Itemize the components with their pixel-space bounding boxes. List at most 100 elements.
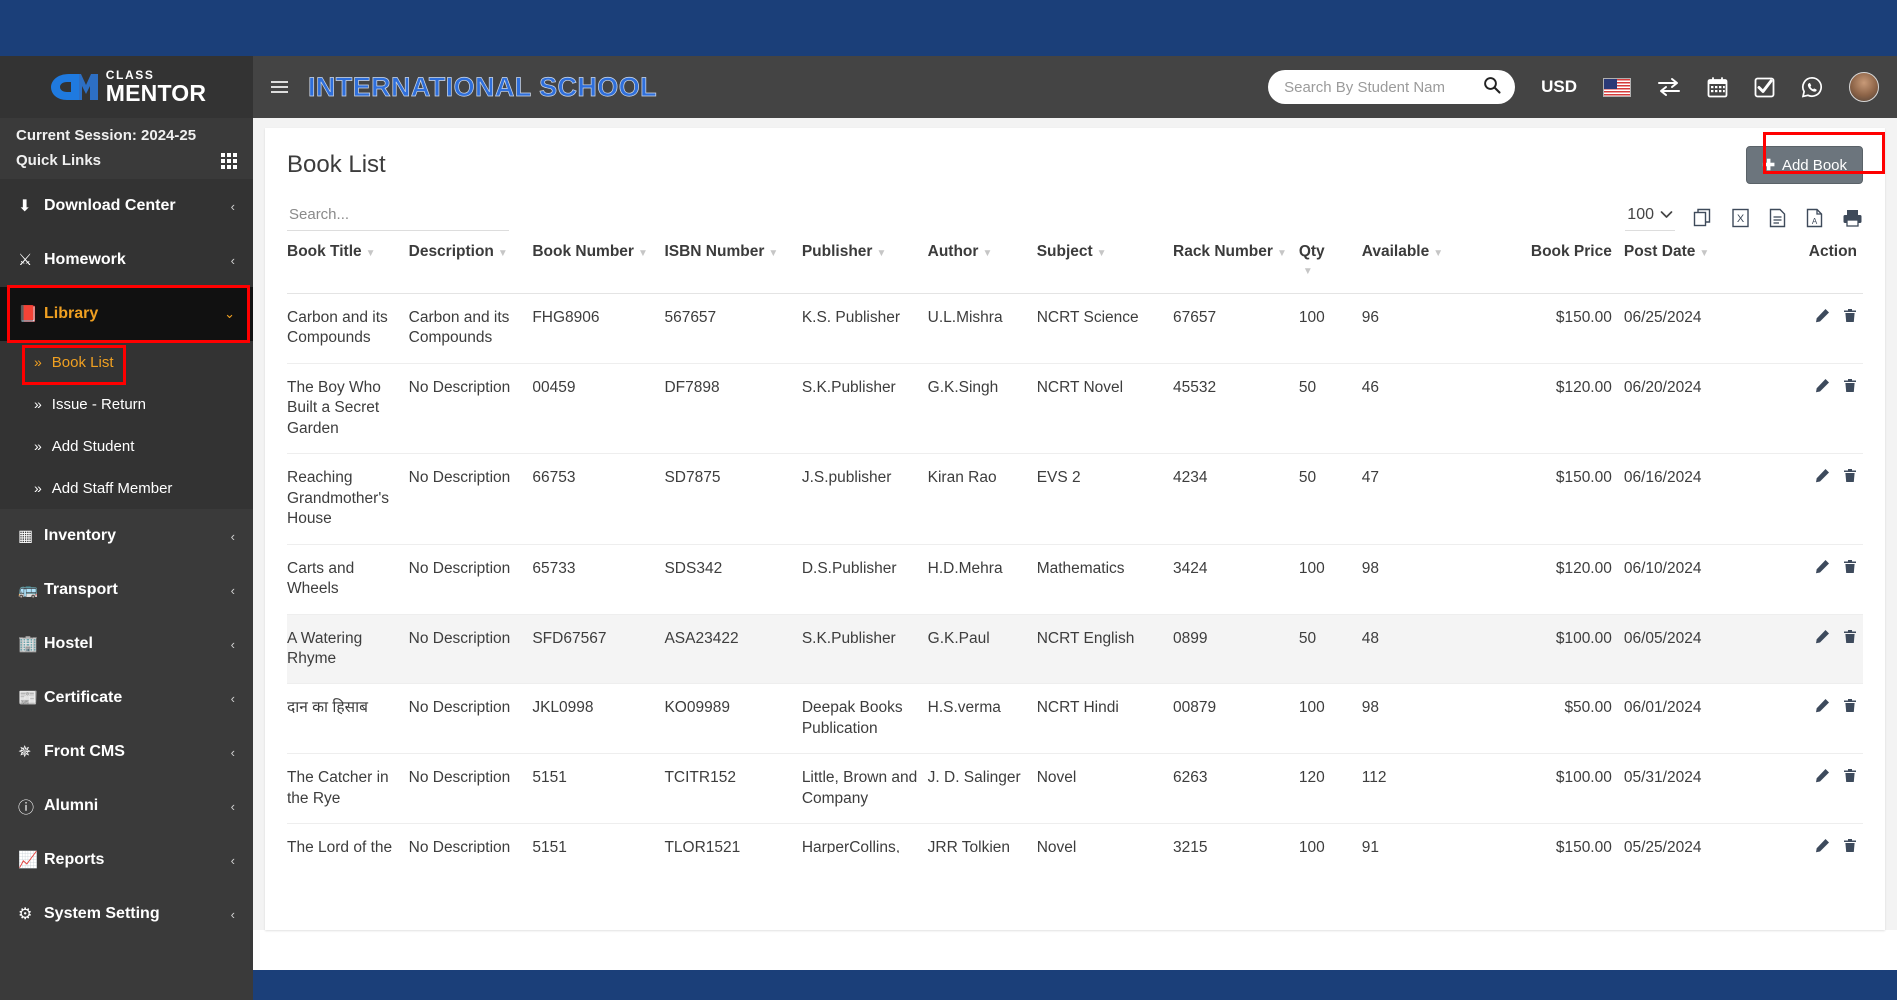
copy-icon[interactable] bbox=[1693, 208, 1713, 228]
quick-links[interactable]: Quick Links bbox=[0, 148, 253, 179]
table-row[interactable]: A Watering Rhyme No Description SFD67567 AS… bbox=[287, 614, 1863, 685]
pencil-icon[interactable] bbox=[1815, 378, 1830, 399]
column-header-qty[interactable]: Qty ▼ bbox=[1298, 243, 1362, 294]
add-book-button[interactable]: ✚ Add Book bbox=[1746, 146, 1863, 184]
cell-price: $50.00 bbox=[1508, 683, 1624, 755]
exchange-icon[interactable] bbox=[1657, 77, 1681, 97]
sidebar-subitem-book-list[interactable]: » Book List bbox=[0, 341, 253, 383]
table-row[interactable]: The Catcher in the Rye No Description 5151… bbox=[287, 753, 1863, 825]
sidebar-subitem-label: Book List bbox=[51, 353, 114, 371]
sidebar-item-library[interactable]: 📕 Library ⌄ bbox=[0, 287, 253, 341]
trash-icon[interactable] bbox=[1843, 768, 1857, 789]
cell-description: No Description bbox=[408, 753, 533, 825]
column-header-publisher[interactable]: Publisher ▼ bbox=[801, 243, 928, 294]
cell-isbn: 567657 bbox=[664, 293, 802, 364]
sidebar-item-system-setting[interactable]: ⚙ System Setting ‹ bbox=[0, 887, 253, 941]
column-header-available[interactable]: Available ▼ bbox=[1361, 243, 1509, 294]
sidebar-item-transport[interactable]: 🚌 Transport ‹ bbox=[0, 563, 253, 617]
sidebar-item-alumni[interactable]: ⓘ Alumni ‹ bbox=[0, 779, 253, 833]
column-header-description[interactable]: Description ▼ bbox=[408, 243, 533, 294]
column-header-subject[interactable]: Subject ▼ bbox=[1036, 243, 1173, 294]
column-header-rack-number[interactable]: Rack Number ▼ bbox=[1173, 243, 1299, 294]
pencil-icon[interactable] bbox=[1815, 308, 1830, 329]
pencil-icon[interactable] bbox=[1815, 559, 1830, 580]
trash-icon[interactable] bbox=[1843, 698, 1857, 719]
cell-price: $100.00 bbox=[1508, 614, 1624, 685]
sidebar-item-inventory[interactable]: ▦ Inventory ‹ bbox=[0, 509, 253, 563]
chevron-icon: ‹ bbox=[230, 582, 235, 598]
sort-caret-icon: ▼ bbox=[497, 248, 508, 259]
table-row[interactable]: Carbon and its Compounds Carbon and its C… bbox=[287, 293, 1863, 364]
cell-publisher: S.K.Publisher bbox=[801, 614, 928, 685]
pencil-icon[interactable] bbox=[1815, 698, 1830, 719]
table-row[interactable]: दान का हिसाब No Description JKL0998 KO09989… bbox=[287, 683, 1863, 755]
sidebar-subitem-issue-return[interactable]: » Issue - Return bbox=[0, 383, 253, 425]
search-icon[interactable] bbox=[1483, 76, 1501, 99]
brand-line2: MENTOR bbox=[105, 80, 207, 106]
csv-icon[interactable] bbox=[1768, 208, 1787, 228]
print-icon[interactable] bbox=[1842, 208, 1863, 228]
trash-icon[interactable] bbox=[1843, 559, 1857, 580]
table-row[interactable]: The Boy Who Built a Secret Garden No Desc… bbox=[287, 363, 1863, 455]
sort-caret-icon: ▼ bbox=[365, 248, 376, 259]
sidebar-item-certificate[interactable]: 📰 Certificate ‹ bbox=[0, 671, 253, 725]
excel-icon[interactable]: X bbox=[1731, 208, 1750, 228]
brand-logo[interactable]: CLASS MENTOR bbox=[0, 56, 253, 118]
table-search-input[interactable] bbox=[287, 202, 509, 231]
table-row[interactable]: Reaching Grandmother's House No Descripti… bbox=[287, 453, 1863, 545]
trash-icon[interactable] bbox=[1843, 838, 1857, 853]
chevron-icon: ‹ bbox=[230, 528, 235, 544]
inventory-icon: ▦ bbox=[18, 528, 34, 545]
chevron-icon: ‹ bbox=[230, 744, 235, 760]
sidebar-item-download-center[interactable]: ⬇ Download Center ‹ bbox=[0, 179, 253, 233]
trash-icon[interactable] bbox=[1843, 378, 1857, 399]
table-row[interactable]: The Lord of the RingsNo Description5151T… bbox=[287, 823, 1863, 853]
column-header-book-title[interactable]: Book Title ▼ bbox=[287, 243, 409, 294]
sort-caret-icon: ▼ bbox=[1276, 248, 1287, 259]
cell-action bbox=[1749, 753, 1863, 825]
hamburger-icon[interactable] bbox=[271, 81, 288, 93]
sidebar-item-hostel[interactable]: 🏢 Hostel ‹ bbox=[0, 617, 253, 671]
header-label: Subject bbox=[1036, 243, 1093, 260]
grid-icon[interactable] bbox=[221, 152, 237, 169]
column-header-author[interactable]: Author ▼ bbox=[927, 243, 1037, 294]
column-header-book-number[interactable]: Book Number ▼ bbox=[532, 243, 665, 294]
sidebar-item-homework[interactable]: ⚔ Homework ‹ bbox=[0, 233, 253, 287]
pencil-icon[interactable] bbox=[1815, 768, 1830, 789]
trash-icon[interactable] bbox=[1843, 629, 1857, 650]
sidebar-item-reports[interactable]: 📈 Reports ‹ bbox=[0, 833, 253, 887]
student-search-box[interactable] bbox=[1268, 70, 1516, 104]
cell-author: H.D.Mehra bbox=[927, 544, 1037, 615]
book-table-container: Book Title ▼ Description ▼ Book Number ▼ IS… bbox=[265, 243, 1885, 853]
cell-post-date: 06/20/2024 bbox=[1623, 363, 1750, 455]
column-header-post-date[interactable]: Post Date ▼ bbox=[1623, 243, 1750, 294]
column-header-book-price[interactable]: Book Price bbox=[1508, 243, 1624, 294]
cell-price: $120.00 bbox=[1508, 544, 1624, 615]
sidebar-subitem-add-student[interactable]: » Add Student bbox=[0, 425, 253, 467]
avatar[interactable] bbox=[1849, 72, 1879, 102]
cell-book-number: 66753 bbox=[532, 453, 665, 545]
pencil-icon[interactable] bbox=[1815, 838, 1830, 853]
sidebar-item-front-cms[interactable]: ✵ Front CMS ‹ bbox=[0, 725, 253, 779]
cell-qty: 120 bbox=[1298, 753, 1362, 825]
table-row[interactable]: Carts and Wheels No Description 65733 SDS34… bbox=[287, 544, 1863, 615]
whatsapp-icon[interactable] bbox=[1801, 76, 1823, 98]
trash-icon[interactable] bbox=[1843, 468, 1857, 489]
trash-icon[interactable] bbox=[1843, 308, 1857, 329]
column-header-isbn-number[interactable]: ISBN Number ▼ bbox=[664, 243, 802, 294]
search-input[interactable] bbox=[1284, 78, 1484, 96]
sidebar-subitem-add-staff-member[interactable]: » Add Staff Member bbox=[0, 467, 253, 509]
cell-description: No Description bbox=[408, 683, 533, 755]
header-label: Action bbox=[1808, 243, 1857, 260]
flag-icon[interactable] bbox=[1603, 77, 1631, 97]
table-header: Book Title ▼ Description ▼ Book Number ▼ IS… bbox=[287, 243, 1863, 294]
pencil-icon[interactable] bbox=[1815, 629, 1830, 650]
pencil-icon[interactable] bbox=[1815, 468, 1830, 489]
page-length-select[interactable]: 100 bbox=[1625, 204, 1675, 231]
header-label: Post Date bbox=[1623, 243, 1696, 260]
cell-description: Carbon and its Compounds bbox=[408, 293, 533, 364]
currency-label[interactable]: USD bbox=[1541, 77, 1577, 97]
checkbox-icon[interactable] bbox=[1754, 77, 1775, 98]
calendar-icon[interactable] bbox=[1707, 76, 1728, 98]
pdf-icon[interactable]: A bbox=[1805, 208, 1824, 228]
